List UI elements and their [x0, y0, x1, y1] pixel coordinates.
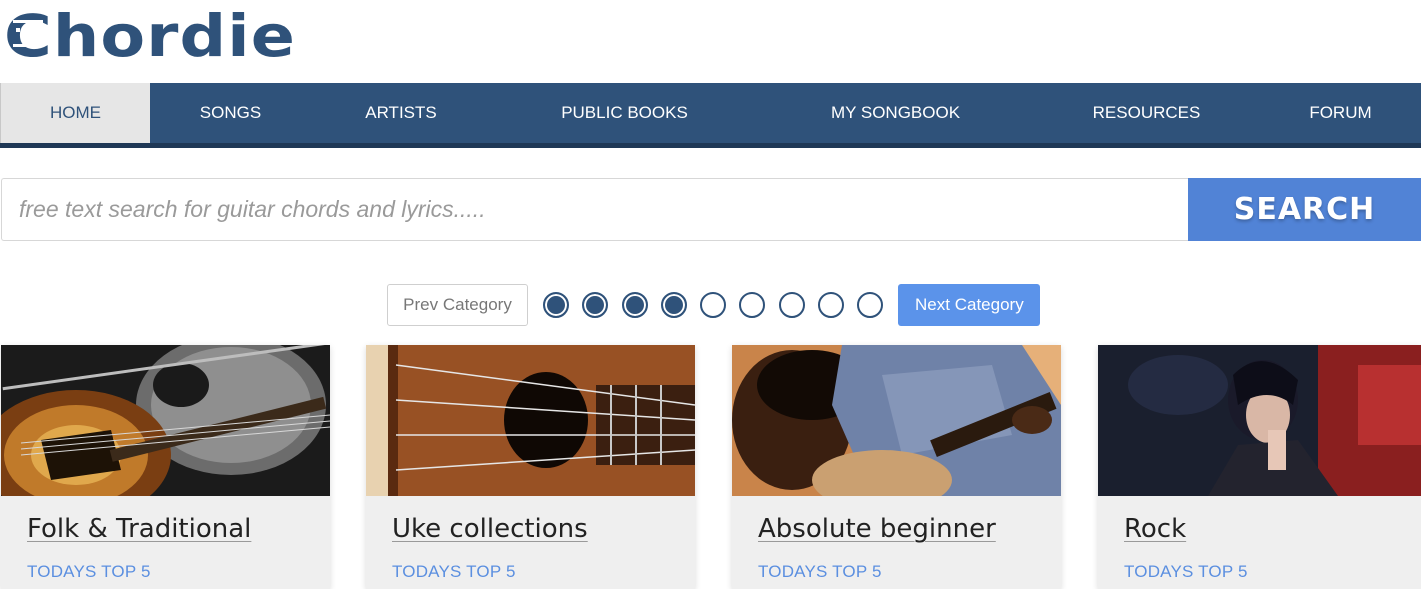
boy-playing-guitar-photo	[732, 345, 1061, 496]
card-subtitle[interactable]: TODAYS TOP 5	[392, 562, 516, 582]
category-dots	[543, 292, 884, 318]
nav-home[interactable]: HOME	[0, 83, 150, 143]
category-dot[interactable]	[700, 292, 727, 318]
chordie-logo-image: Chordie	[4, 4, 296, 64]
card-caption: Uke collections TODAYS TOP 5	[366, 496, 695, 589]
mandolin-guitar-photo	[1, 345, 330, 496]
card-title[interactable]: Absolute beginner	[758, 514, 996, 544]
category-card-folk[interactable]: Folk & Traditional TODAYS TOP 5	[1, 345, 330, 589]
nav-artists[interactable]: ARTISTS	[311, 83, 491, 143]
next-category-button[interactable]: Next Category	[898, 284, 1041, 326]
card-title[interactable]: Folk & Traditional	[27, 514, 251, 544]
card-subtitle[interactable]: TODAYS TOP 5	[758, 562, 882, 582]
category-dot[interactable]	[778, 292, 805, 318]
card-caption: Rock TODAYS TOP 5	[1098, 496, 1421, 589]
category-dot[interactable]	[739, 292, 766, 318]
category-dot[interactable]	[818, 292, 845, 318]
search-button[interactable]: SEARCH	[1188, 178, 1421, 241]
category-card-beginner[interactable]: Absolute beginner TODAYS TOP 5	[732, 345, 1061, 589]
card-title[interactable]: Uke collections	[392, 514, 588, 544]
rock-singer-photo	[1098, 345, 1421, 496]
chordie-logo[interactable]: Chordie	[4, 4, 304, 64]
ukulele-photo	[366, 345, 695, 496]
category-dot[interactable]	[582, 292, 609, 318]
category-dot[interactable]	[543, 292, 569, 318]
card-title[interactable]: Rock	[1124, 514, 1186, 544]
main-nav: HOME SONGS ARTISTS PUBLIC BOOKS MY SONGB…	[0, 83, 1421, 148]
category-pager: Prev Category Next Category	[387, 284, 1041, 326]
nav-resources[interactable]: RESOURCES	[1033, 83, 1260, 143]
card-caption: Folk & Traditional TODAYS TOP 5	[1, 496, 330, 589]
card-caption: Absolute beginner TODAYS TOP 5	[732, 496, 1061, 589]
category-dot[interactable]	[621, 292, 648, 318]
nav-my-songbook[interactable]: MY SONGBOOK	[758, 83, 1033, 143]
search-input[interactable]	[1, 178, 1188, 241]
prev-category-button[interactable]: Prev Category	[387, 284, 528, 326]
category-dot[interactable]	[857, 292, 884, 318]
category-card-uke[interactable]: Uke collections TODAYS TOP 5	[366, 345, 695, 589]
search-bar: SEARCH	[1, 178, 1421, 241]
nav-forum[interactable]: FORUM	[1260, 83, 1421, 143]
card-subtitle[interactable]: TODAYS TOP 5	[27, 562, 151, 582]
nav-public-books[interactable]: PUBLIC BOOKS	[491, 83, 758, 143]
svg-text:Chordie: Chordie	[4, 4, 296, 64]
category-dot[interactable]	[660, 292, 687, 318]
card-subtitle[interactable]: TODAYS TOP 5	[1124, 562, 1248, 582]
nav-songs[interactable]: SONGS	[150, 83, 311, 143]
category-card-rock[interactable]: Rock TODAYS TOP 5	[1098, 345, 1421, 589]
